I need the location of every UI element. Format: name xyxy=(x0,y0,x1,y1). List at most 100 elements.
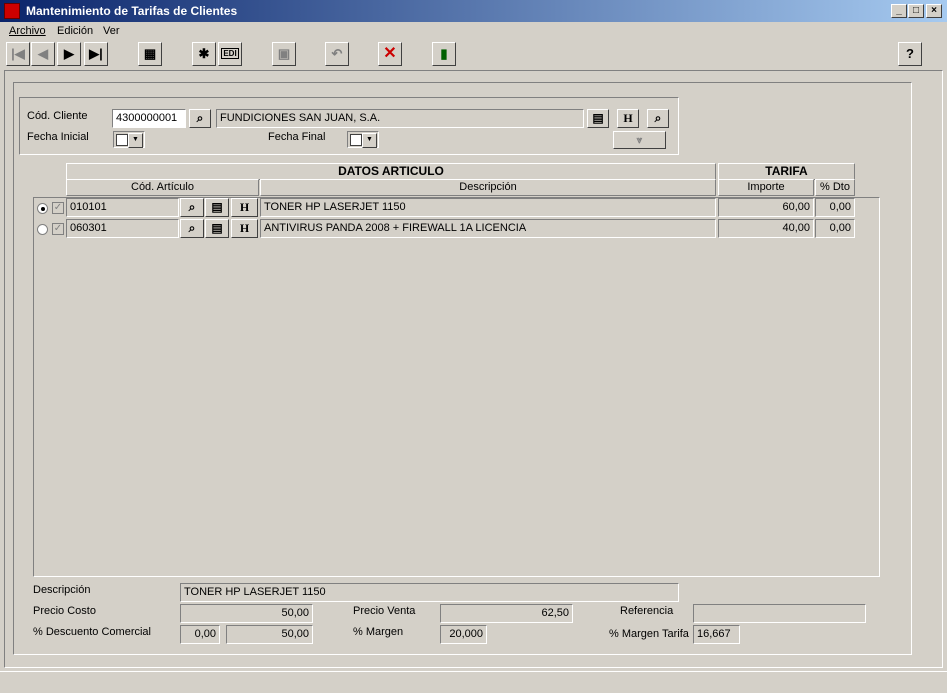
last-record-icon: ▶| xyxy=(89,46,103,61)
referencia-label: Referencia xyxy=(620,605,674,617)
descuento-importe-field: 50,00 xyxy=(226,625,313,644)
next-record-icon: ▶ xyxy=(64,46,74,61)
tarifas-grid xyxy=(33,197,880,577)
cliente-find-button[interactable]: ⌕ xyxy=(647,109,669,128)
new-record-icon: ✱ xyxy=(198,46,210,61)
margen-label: % Margen xyxy=(353,626,404,638)
row-dto[interactable]: 0,00 xyxy=(815,198,855,217)
first-record-icon: |◀ xyxy=(11,46,25,61)
edit-record-icon: EDI xyxy=(221,48,239,59)
undo-icon: ↶ xyxy=(331,46,343,61)
row-importe[interactable]: 40,00 xyxy=(718,219,814,238)
fecha-final-label: Fecha Final xyxy=(268,131,326,143)
row-card-button[interactable]: ▤ xyxy=(205,219,229,238)
previous-record-button[interactable]: ◀ xyxy=(31,42,55,66)
clipboard-icon: ▤ xyxy=(211,221,223,235)
menu-archivo[interactable]: Archivo xyxy=(9,25,46,37)
delete-button[interactable]: ✕ xyxy=(378,42,402,66)
help-button[interactable]: ? xyxy=(898,42,922,66)
status-bar xyxy=(0,671,947,693)
last-record-button[interactable]: ▶| xyxy=(84,42,108,66)
chevron-down-icon: ▼ xyxy=(128,133,143,148)
help-icon: ? xyxy=(906,46,914,61)
fecha-inicial-picker[interactable]: ▼ xyxy=(113,131,145,148)
descripcion-field: TONER HP LASERJET 1150 xyxy=(180,583,679,602)
cliente-label: Cód. Cliente xyxy=(27,110,88,122)
row-descripcion[interactable]: TONER HP LASERJET 1150 xyxy=(260,198,716,217)
row-search-button[interactable]: ⌕ xyxy=(180,219,204,238)
maximize-button[interactable]: □ xyxy=(908,4,924,18)
column-header-importe[interactable]: Importe xyxy=(718,179,814,196)
apply-filter-button[interactable]: ⩔ xyxy=(613,131,666,149)
fecha-inicial-label: Fecha Inicial xyxy=(27,131,89,143)
clipboard-icon: ▤ xyxy=(211,200,223,214)
row-codigo[interactable]: 010101 xyxy=(66,198,179,217)
magnifier-icon: ⌕ xyxy=(654,111,662,125)
undo-button[interactable]: ↶ xyxy=(325,42,349,66)
menu-edicion[interactable]: Edición xyxy=(57,25,93,37)
calendar-icon xyxy=(350,134,362,146)
fecha-final-picker[interactable]: ▼ xyxy=(347,131,379,148)
calculator-button[interactable]: ▦ xyxy=(138,42,162,66)
group-header-tarifa: TARIFA xyxy=(718,163,855,180)
row-importe[interactable]: 60,00 xyxy=(718,198,814,217)
clipboard-icon: ▤ xyxy=(592,111,604,125)
menu-bar: Archivo Edición Ver xyxy=(0,22,947,40)
row-dto[interactable]: 0,00 xyxy=(815,219,855,238)
exit-button[interactable]: ▮ xyxy=(432,42,456,66)
precio-venta-label: Precio Venta xyxy=(353,605,416,617)
close-button[interactable]: × xyxy=(926,4,942,18)
calendar-icon xyxy=(116,134,128,146)
precio-costo-field: 50,00 xyxy=(180,604,313,623)
column-header-dto[interactable]: % Dto xyxy=(815,179,855,196)
calculator-icon: ▦ xyxy=(143,46,157,61)
cliente-name-field: FUNDICIONES SAN JUAN, S.A. xyxy=(216,109,584,128)
precio-venta-field: 62,50 xyxy=(440,604,573,623)
margen-tarifa-field: 16,667 xyxy=(693,625,740,644)
next-record-button[interactable]: ▶ xyxy=(57,42,81,66)
row-history-button[interactable]: H xyxy=(231,219,258,238)
row-codigo[interactable]: 060301 xyxy=(66,219,179,238)
descuento-field: 0,00 xyxy=(180,625,220,644)
descuento-label: % Descuento Comercial xyxy=(33,626,151,638)
row-history-button[interactable]: H xyxy=(231,198,258,217)
menu-ver[interactable]: Ver xyxy=(103,25,120,37)
row-select-radio[interactable] xyxy=(37,203,48,214)
search-cliente-button[interactable]: ⌕ xyxy=(189,109,211,128)
row-card-button[interactable]: ▤ xyxy=(205,198,229,217)
chevron-down-icon: ▼ xyxy=(362,133,377,148)
save-icon: ▣ xyxy=(277,46,291,61)
exit-door-icon: ▮ xyxy=(440,46,448,61)
h-icon: H xyxy=(239,221,250,235)
group-header-articulo: DATOS ARTICULO xyxy=(66,163,716,180)
title-bar: Mantenimiento de Tarifas de Clientes _ □… xyxy=(0,0,947,22)
precio-costo-label: Precio Costo xyxy=(33,605,96,617)
row-search-button[interactable]: ⌕ xyxy=(180,198,204,217)
magnifier-icon: ⌕ xyxy=(188,221,196,235)
app-icon xyxy=(4,3,20,19)
row-descripcion[interactable]: ANTIVIRUS PANDA 2008 + FIREWALL 1A LICEN… xyxy=(260,219,716,238)
delete-icon: ✕ xyxy=(383,45,397,62)
column-header-descripcion[interactable]: Descripción xyxy=(260,179,716,196)
first-record-button[interactable]: |◀ xyxy=(6,42,30,66)
magnifier-icon: ⌕ xyxy=(188,200,196,214)
row-select-radio[interactable] xyxy=(37,224,48,235)
new-record-button[interactable]: ✱ xyxy=(192,42,216,66)
margen-tarifa-label: % Margen Tarifa xyxy=(609,628,689,640)
window-title: Mantenimiento de Tarifas de Clientes xyxy=(26,4,238,18)
h-icon: H xyxy=(623,111,633,125)
minimize-button[interactable]: _ xyxy=(891,4,907,18)
margen-field: 20,000 xyxy=(440,625,487,644)
referencia-field xyxy=(693,604,866,623)
cliente-card-button[interactable]: ▤ xyxy=(587,109,609,128)
cliente-history-button[interactable]: H xyxy=(617,109,639,128)
save-button[interactable]: ▣ xyxy=(272,42,296,66)
row-checkbox[interactable]: ✓ xyxy=(52,223,64,235)
h-icon: H xyxy=(239,200,250,214)
previous-record-icon: ◀ xyxy=(38,46,48,61)
double-chevron-down-icon: ⩔ xyxy=(636,135,643,146)
cliente-code-input[interactable]: 4300000001 xyxy=(112,109,186,128)
column-header-codigo[interactable]: Cód. Artículo xyxy=(66,179,259,196)
row-checkbox[interactable]: ✓ xyxy=(52,202,64,214)
edit-record-button[interactable]: EDI xyxy=(218,42,242,66)
